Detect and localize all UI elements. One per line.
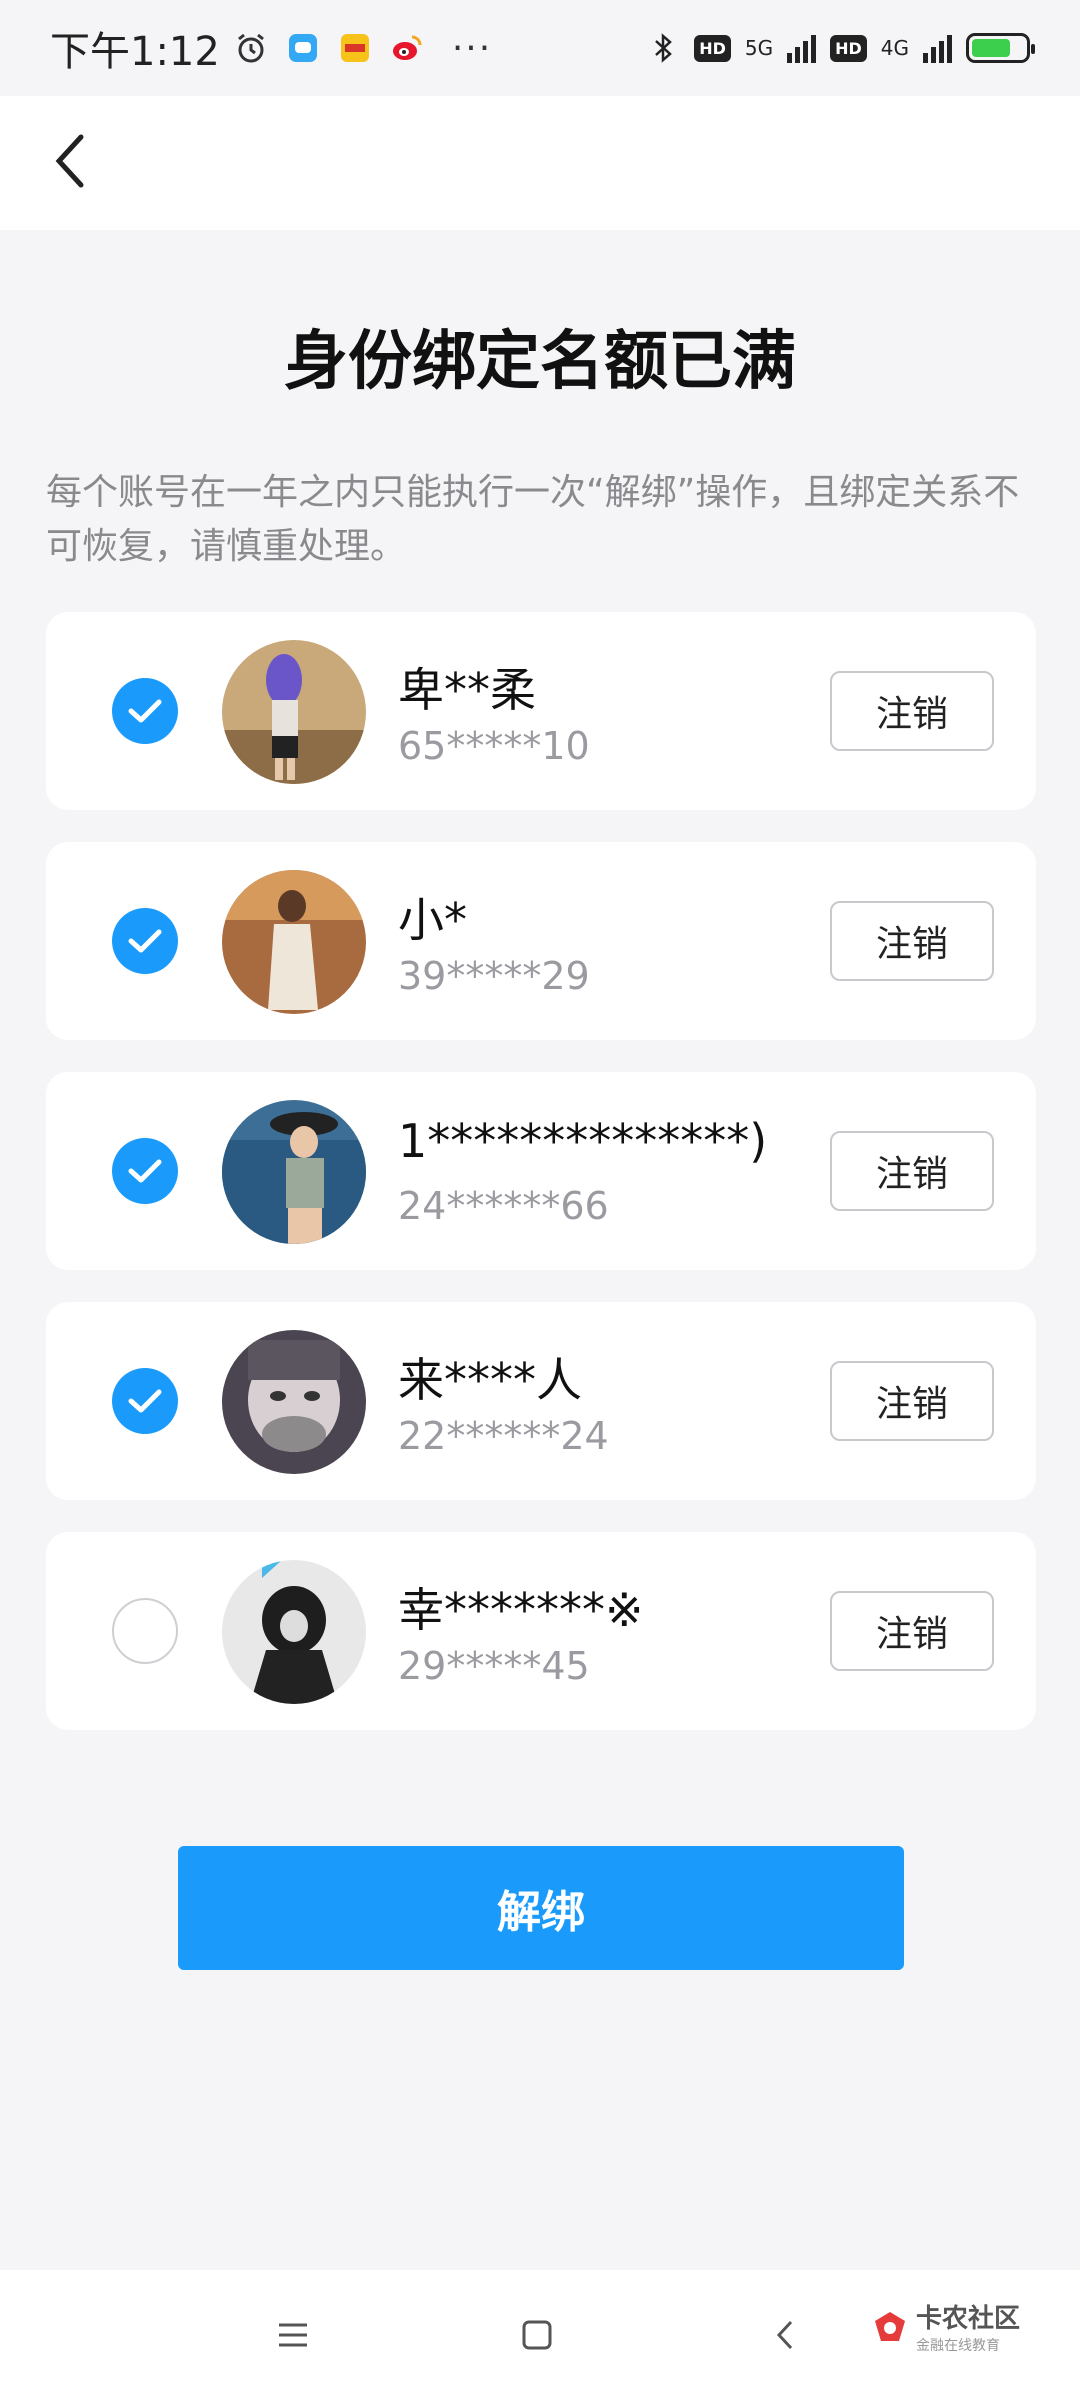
account-card[interactable]: 幸*******※ 29*****45 注销 (46, 1532, 1036, 1730)
watermark-subtitle: 金融在线教育 (915, 2338, 1000, 2354)
account-list: 卑**柔 65*****10 注销 小* 39*****29 注销 1*****… (46, 612, 1036, 1762)
back-nav-button[interactable] (760, 2310, 810, 2360)
back-button[interactable] (36, 126, 106, 196)
home-square-icon (522, 2320, 552, 2350)
network-4g-label: 4G (880, 36, 909, 60)
account-id: 24******66 (398, 1184, 609, 1228)
status-notification-icons: ··· (234, 28, 492, 69)
watermark-title: 卡农社区 (915, 2304, 1020, 2334)
avatar (222, 1330, 366, 1474)
unbind-button[interactable]: 解绑 (178, 1846, 904, 1970)
checkmark-icon (128, 1159, 162, 1183)
home-button[interactable] (512, 2310, 562, 2360)
weibo-app-icon (392, 35, 422, 60)
cancel-account-button[interactable]: 注销 (830, 901, 994, 981)
checkmark-icon (128, 699, 162, 723)
page-title: 身份绑定名额已满 (284, 325, 796, 399)
cancel-account-button[interactable]: 注销 (830, 671, 994, 751)
status-bar: 下午1:12 ··· HD 5G HD 4G (0, 0, 1080, 96)
avatar (222, 640, 366, 784)
menu-icon (279, 2323, 307, 2347)
account-card[interactable]: 卑**柔 65*****10 注销 (46, 612, 1036, 810)
account-name: 1**************) (398, 1114, 768, 1168)
nav-header (0, 96, 1080, 230)
chevron-left-icon (55, 134, 84, 188)
account-id: 39*****29 (398, 954, 590, 998)
account-name: 来****人 (398, 1353, 582, 1407)
hd-badge-2: HD (830, 34, 867, 62)
account-id: 22******24 (398, 1414, 609, 1458)
cancel-account-button[interactable]: 注销 (830, 1361, 994, 1441)
checkbox-checked[interactable] (112, 1138, 178, 1204)
hd-badge: HD (694, 34, 731, 62)
more-notifications-icon: ··· (451, 27, 493, 69)
kanong-logo-icon (874, 2311, 905, 2341)
account-id: 29*****45 (398, 1644, 590, 1688)
account-name: 小* (398, 893, 467, 947)
account-card[interactable]: 小* 39*****29 注销 (46, 842, 1036, 1040)
status-system-icons: HD 5G HD 4G (646, 31, 1035, 65)
checkmark-icon (128, 1389, 162, 1413)
chat-app-icon (288, 34, 317, 62)
cancel-account-button[interactable]: 注销 (830, 1591, 994, 1671)
signal-bars-icon (787, 33, 817, 63)
battery-icon (966, 33, 1035, 63)
cancel-account-button[interactable]: 注销 (830, 1131, 994, 1211)
account-id: 65*****10 (398, 724, 590, 768)
checkbox-checked[interactable] (112, 908, 178, 974)
back-chevron-icon (776, 2320, 793, 2350)
menu-button[interactable] (268, 2310, 318, 2360)
network-5g-label: 5G (744, 36, 774, 60)
account-card[interactable]: 来****人 22******24 注销 (46, 1302, 1036, 1500)
alarm-icon (237, 33, 264, 63)
status-time: 下午1:12 (50, 29, 220, 75)
avatar (222, 1100, 366, 1244)
account-name: 卑**柔 (398, 663, 536, 717)
meituan-app-icon (340, 34, 369, 62)
bluetooth-icon (655, 33, 673, 63)
avatar (222, 870, 366, 1014)
checkbox-checked[interactable] (112, 1368, 178, 1434)
watermark: 卡农社区 金融在线教育 (872, 2298, 1020, 2355)
system-nav-bar: 卡农社区 金融在线教育 (0, 2270, 1080, 2400)
account-name: 幸*******※ (398, 1583, 644, 1637)
avatar (222, 1560, 366, 1704)
checkbox-unchecked[interactable] (112, 1598, 178, 1664)
unbind-notice: 每个账号在一年之内只能执行一次“解绑”操作，且绑定关系不可恢复，请慎重处理。 (46, 472, 1020, 567)
checkbox-checked[interactable] (112, 678, 178, 744)
signal-bars-icon-2 (923, 33, 952, 63)
checkmark-icon (128, 929, 162, 953)
account-card[interactable]: 1**************) 24******66 注销 (46, 1072, 1036, 1270)
